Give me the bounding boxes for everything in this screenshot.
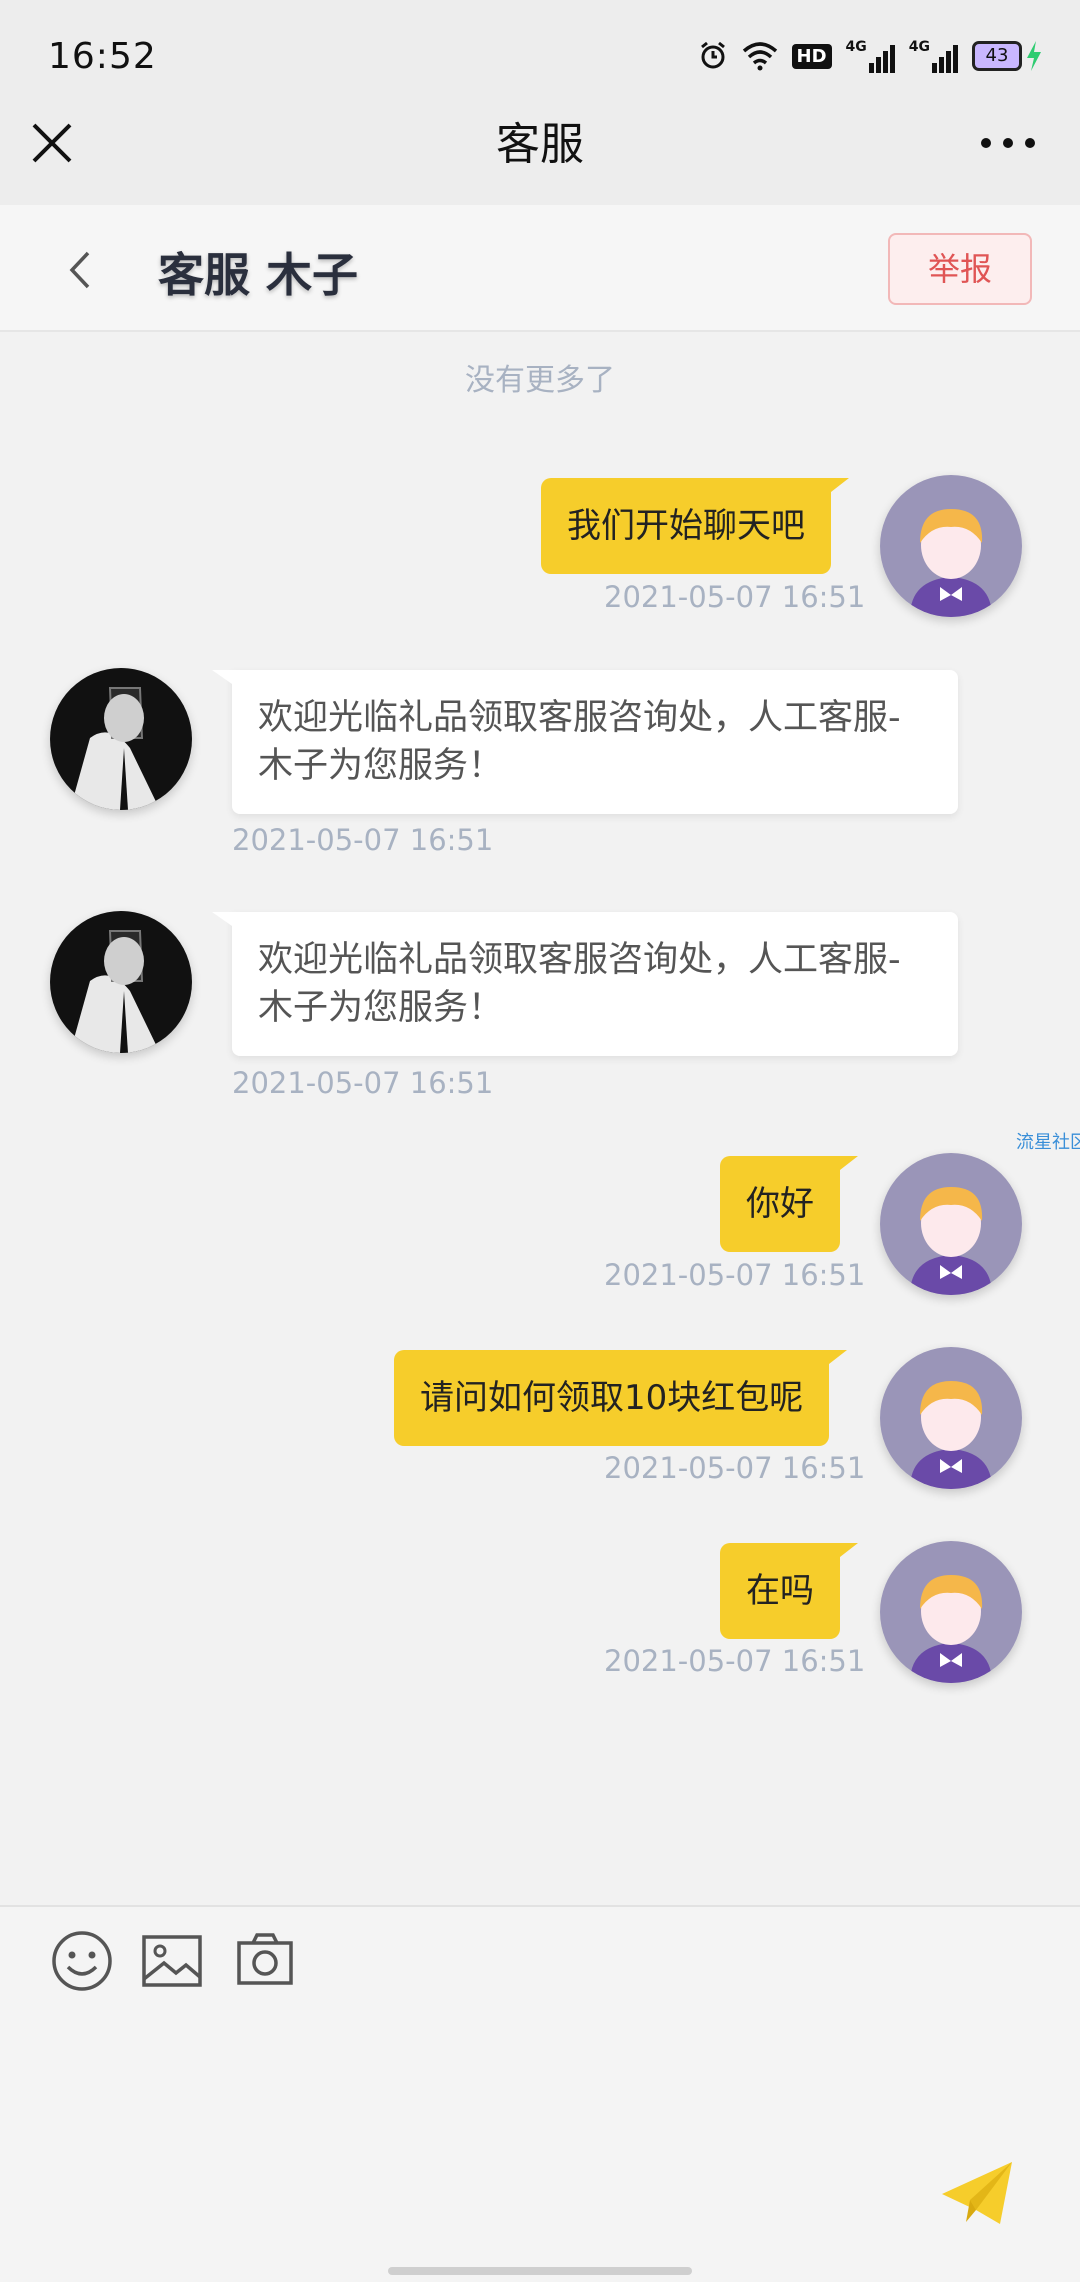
charging-icon [1027, 41, 1041, 71]
image-icon[interactable] [140, 1929, 204, 1993]
emoji-icon[interactable] [50, 1929, 114, 1993]
send-icon[interactable] [940, 2160, 1014, 2226]
message-bubble[interactable]: 欢迎光临礼品领取客服咨询处，人工客服-木子为您服务！ [212, 670, 958, 814]
report-button[interactable]: 举报 [888, 233, 1032, 305]
more-icon[interactable] [980, 133, 1036, 153]
message-bubble[interactable]: 我们开始聊天吧 [541, 478, 849, 574]
message-bubble[interactable]: 欢迎光临礼品领取客服咨询处，人工客服-木子为您服务！ [212, 912, 958, 1056]
back-icon[interactable] [60, 245, 100, 295]
title-bar: 客服 [0, 115, 1080, 205]
signal-4g-icon: 4G [909, 39, 958, 73]
user-avatar[interactable] [880, 1541, 1022, 1683]
message-bubble[interactable]: 在吗 [720, 1543, 858, 1639]
message-bubble[interactable]: 请问如何领取10块红包呢 [394, 1350, 848, 1446]
message-time: 2021-05-07 16:51 [604, 580, 866, 614]
agent-avatar[interactable] [50, 911, 192, 1053]
user-avatar[interactable] [880, 1347, 1022, 1489]
message-time: 2021-05-07 16:51 [232, 1066, 494, 1100]
message-time: 2021-05-07 16:51 [604, 1258, 866, 1292]
signal-4g-icon: 4G [846, 39, 895, 73]
status-icons: HD 4G 4G 43 [698, 36, 1042, 76]
wifi-icon [742, 42, 777, 71]
user-avatar[interactable] [880, 1153, 1022, 1295]
composer [0, 1905, 1080, 2282]
message-time: 2021-05-07 16:51 [604, 1644, 866, 1678]
camera-icon[interactable] [233, 1929, 297, 1993]
user-avatar[interactable] [880, 475, 1022, 617]
agent-avatar[interactable] [50, 668, 192, 810]
home-indicator[interactable] [388, 2267, 692, 2275]
battery-level: 43 [972, 41, 1022, 71]
message-time: 2021-05-07 16:51 [604, 1451, 866, 1485]
page-title: 客服 [496, 119, 584, 170]
message-time: 2021-05-07 16:51 [232, 823, 494, 857]
no-more-text: 没有更多了 [465, 363, 615, 398]
alarm-icon [700, 41, 725, 69]
watermark: 流星社区 [1016, 1132, 1080, 1153]
chat-header: 客服 木子 举报 [0, 205, 1080, 332]
network-type-label: 4G [908, 39, 930, 55]
battery-icon: 43 [972, 41, 1042, 71]
status-time: 16:52 [48, 36, 157, 77]
message-bubble[interactable]: 你好 [720, 1156, 858, 1252]
agent-name: 客服 木子 [158, 248, 359, 302]
network-type-label: 4G [845, 39, 867, 55]
status-bar: 16:52 HD 4G 4G 43 [0, 0, 1080, 115]
hd-icon: HD [791, 43, 832, 69]
